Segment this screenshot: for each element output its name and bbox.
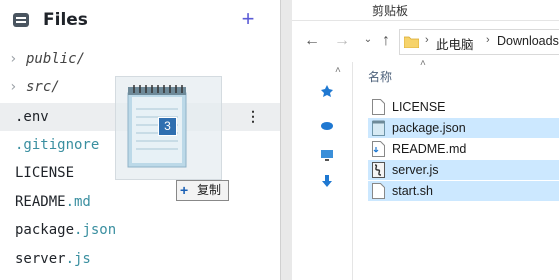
breadcrumb-separator-icon: › [425, 34, 429, 46]
explorer-file-package-json[interactable]: package.json [368, 118, 559, 138]
chevron-right-icon: › [9, 79, 18, 95]
files-header: Files + [0, 0, 280, 40]
chevron-down-icon[interactable]: ⌄ [360, 34, 376, 45]
drag-count-badge: 3 [158, 117, 177, 136]
file-name: package.json [15, 216, 116, 244]
file-name: README.md [15, 188, 91, 216]
forward-arrow-icon[interactable]: → [334, 32, 350, 50]
breadcrumb-this-pc[interactable]: 此电脑 [436, 34, 474, 53]
folder-name: public/ [26, 51, 86, 67]
file-name: LICENSE [15, 165, 75, 181]
files-panel: Files + › public/ › src/ .env ⋮ .gitigno… [0, 0, 280, 280]
file-item-package-json[interactable]: package.json [0, 216, 280, 244]
breadcrumb-separator-icon: › [486, 34, 490, 46]
files-icon [13, 13, 29, 27]
download-icon[interactable] [320, 174, 334, 188]
file-icon [372, 183, 385, 199]
file-name: LICENSE [392, 100, 446, 114]
file-base: server [15, 251, 66, 267]
files-title: Files [43, 10, 88, 30]
copy-label: 复制 [197, 183, 222, 197]
monitor-icon[interactable] [320, 148, 334, 162]
cloud-icon[interactable] [320, 118, 334, 132]
breadcrumb-downloads[interactable]: Downloads [497, 34, 559, 48]
file-name: start.sh [392, 184, 433, 198]
explorer-file-readme[interactable]: README.md [368, 139, 559, 159]
plus-icon: + [180, 182, 189, 198]
file-icon [372, 141, 385, 157]
file-item-readme[interactable]: README.md [0, 188, 280, 216]
folder-icon [404, 36, 419, 48]
file-name: .env [15, 109, 49, 125]
pin-icon[interactable] [320, 84, 334, 98]
folder-item-public[interactable]: › public/ [0, 45, 280, 73]
file-base: README [15, 194, 66, 210]
file-ext: .js [65, 251, 91, 267]
navigation-pane: ˄ [292, 62, 353, 280]
column-header-name[interactable]: 名称 [368, 68, 392, 85]
chevron-up-icon[interactable]: ˄ [335, 65, 341, 76]
explorer-file-license[interactable]: LICENSE [368, 97, 559, 117]
more-menu-icon[interactable]: ⋮ [246, 103, 260, 131]
notepad-icon [127, 85, 187, 168]
up-arrow-icon[interactable]: ↑ [378, 32, 394, 50]
file-base: package [15, 222, 75, 238]
file-name: package.json [392, 121, 466, 135]
file-ext: .md [65, 194, 91, 210]
window-titlebar: 剪贴板 [292, 0, 559, 21]
address-bar[interactable]: › 此电脑 › Downloads [399, 29, 559, 55]
file-explorer-window: 剪贴板 ← → ⌄ ↑ › 此电脑 › Downloads ˄ ˄ 名称 LIC… [292, 0, 559, 280]
explorer-file-start-sh[interactable]: start.sh [368, 181, 559, 201]
script-file-icon [372, 162, 385, 178]
chevron-right-icon: › [9, 51, 18, 67]
folder-name: src/ [26, 79, 60, 95]
file-icon [372, 99, 385, 115]
notepad-file-icon [372, 120, 385, 136]
explorer-file-server-js[interactable]: server.js [368, 160, 559, 180]
file-item-server-js[interactable]: server.js [0, 245, 280, 273]
back-arrow-icon[interactable]: ← [304, 32, 320, 50]
window-title: 剪贴板 [372, 4, 409, 18]
file-name: README.md [392, 142, 467, 156]
file-name: server.js [392, 163, 439, 177]
sort-caret-icon: ˄ [420, 58, 426, 69]
file-name: .gitignore [15, 137, 100, 153]
file-name: server.js [15, 245, 91, 273]
file-ext: .json [74, 222, 117, 238]
add-file-button[interactable]: + [237, 6, 259, 32]
copy-tooltip: + 复制 [176, 180, 229, 201]
